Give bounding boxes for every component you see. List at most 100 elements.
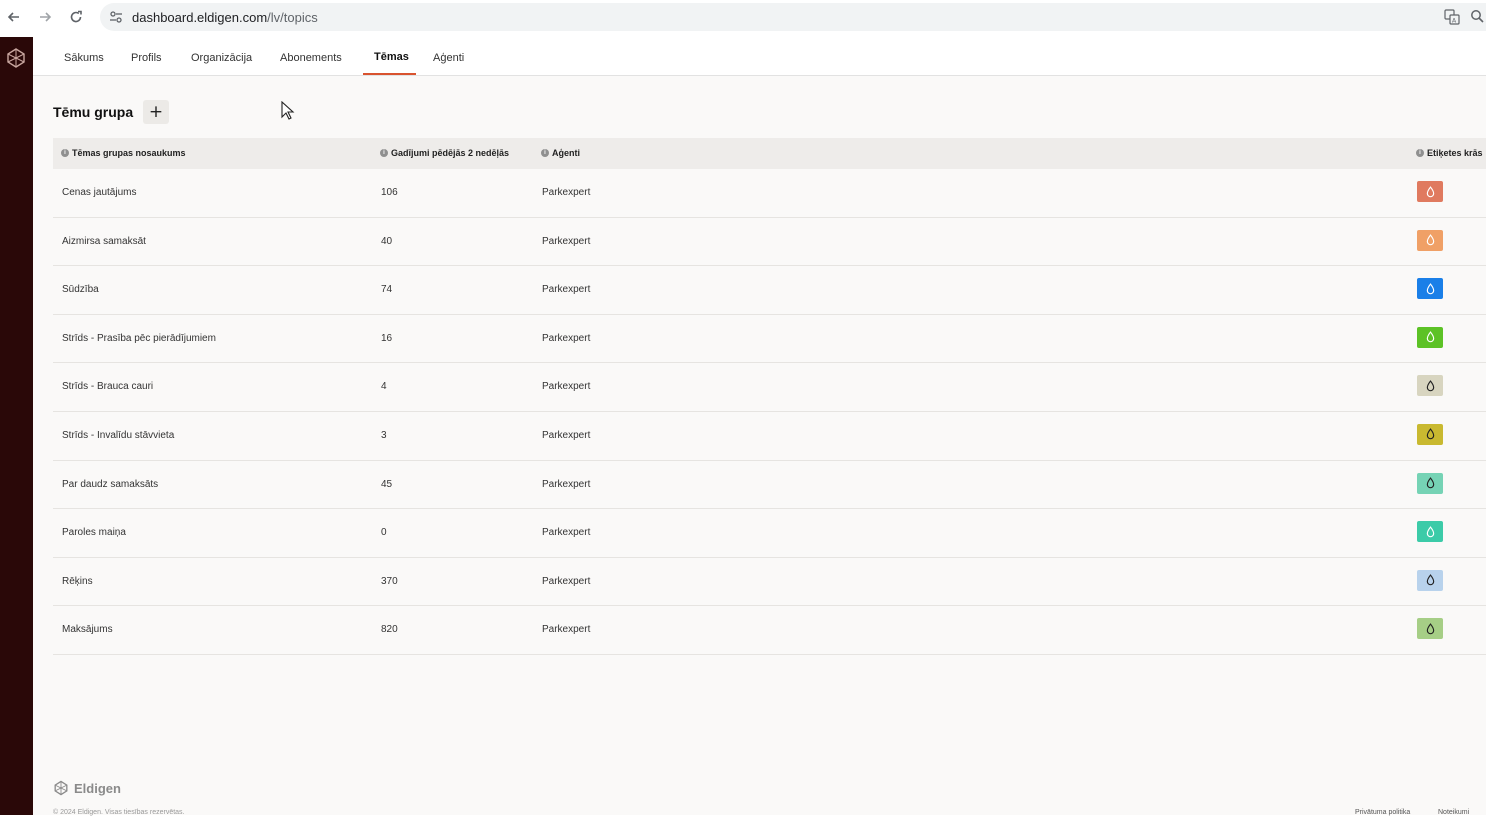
main-content: Sākums Profils Organizācija Abonements T… — [33, 37, 1486, 816]
column-header-label-color-label: Etiķetes krās — [1427, 148, 1483, 158]
cases-count: 0 — [381, 527, 387, 539]
table-row[interactable]: Strīds - Brauca cauri 4 Parkexpert — [53, 363, 1486, 412]
table-row[interactable]: Strīds - Prasība pēc pierādījumiem 16 Park… — [53, 315, 1486, 364]
tab-organizacija[interactable]: Organizācija — [191, 52, 252, 64]
tab-temas[interactable]: Tēmas — [374, 51, 409, 63]
topic-group-name: Cenas jautājums — [62, 187, 137, 198]
topic-group-name: Par daudz samaksāts — [62, 478, 159, 490]
eldigen-logo-icon — [54, 780, 68, 796]
topic-group-name: Strīds - Prasība pēc pierādījumiem — [62, 332, 216, 344]
cases-count: 40 — [381, 235, 393, 247]
forward-arrow-icon[interactable] — [35, 7, 55, 27]
zoom-icon[interactable] — [1470, 9, 1484, 23]
label-color-button[interactable] — [1417, 423, 1443, 445]
agent-name: Parkexpert — [542, 332, 591, 344]
url-text: dashboard.eldigen.com/lv/topics — [132, 10, 318, 25]
tab-sakums[interactable]: Sākums — [64, 52, 104, 64]
cases-count: 3 — [381, 429, 387, 441]
eldigen-logo-icon[interactable] — [5, 47, 27, 69]
url-host: dashboard.eldigen.com — [132, 9, 268, 25]
label-color-button[interactable] — [1417, 472, 1443, 494]
agent-name: Parkexpert — [542, 429, 591, 441]
column-header-name-label: Tēmas grupas nosaukums — [72, 148, 186, 158]
browser-toolbar: dashboard.eldigen.com/lv/topics A — [0, 0, 1486, 34]
drop-icon — [1426, 574, 1434, 586]
column-header-agents-label: Aģenti — [552, 148, 580, 158]
info-icon: i — [380, 149, 388, 157]
agent-name: Parkexpert — [542, 284, 591, 296]
agent-name: Parkexpert — [542, 575, 591, 587]
label-color-button[interactable] — [1417, 375, 1443, 397]
top-nav-tabs: Sākums Profils Organizācija Abonements T… — [33, 37, 1486, 76]
table-row[interactable]: Cenas jautājums 106 Parkexpert — [53, 169, 1486, 218]
table-header: i Tēmas grupas nosaukums i Gadījumi pēdē… — [53, 138, 1486, 169]
topic-groups-table: i Tēmas grupas nosaukums i Gadījumi pēdē… — [53, 138, 1486, 655]
topic-group-name: Paroles maiņa — [62, 527, 126, 539]
drop-icon — [1426, 379, 1434, 392]
column-header-cases-label: Gadījumi pēdējās 2 nedēļās — [391, 148, 510, 158]
cases-count: 16 — [381, 332, 393, 344]
cases-count: 4 — [381, 381, 387, 393]
back-arrow-icon[interactable] — [4, 7, 24, 27]
active-tab-indicator — [363, 73, 416, 75]
drop-icon — [1426, 525, 1434, 537]
topic-group-name: Strīds - Brauca cauri — [62, 381, 154, 393]
mouse-cursor-icon — [281, 100, 295, 121]
drop-icon — [1426, 185, 1434, 197]
info-icon: i — [1416, 149, 1424, 157]
agent-name: Parkexpert — [542, 381, 591, 393]
table-row[interactable]: Par daudz samaksāts 45 Parkexpert — [53, 461, 1486, 510]
label-color-button[interactable] — [1417, 618, 1443, 640]
table-row[interactable]: Paroles maiņa 0 Parkexpert — [53, 509, 1486, 558]
site-settings-icon[interactable] — [108, 9, 124, 25]
topic-group-name: Strīds - Invalīdu stāvvieta — [62, 429, 175, 441]
agent-name: Parkexpert — [542, 478, 591, 490]
drop-icon — [1426, 428, 1434, 440]
drop-icon — [1426, 477, 1434, 489]
tab-agenti[interactable]: Aģenti — [433, 52, 464, 64]
drop-icon — [1426, 331, 1434, 343]
cases-count: 45 — [381, 478, 393, 490]
drop-icon — [1426, 622, 1434, 635]
label-color-button[interactable] — [1417, 569, 1443, 591]
label-color-button[interactable] — [1417, 229, 1443, 251]
label-color-button[interactable] — [1417, 278, 1443, 300]
info-icon: i — [61, 149, 69, 157]
reload-icon[interactable] — [66, 7, 86, 27]
table-row[interactable]: Rēķins 370 Parkexpert — [53, 558, 1486, 607]
tab-abonements[interactable]: Abonements — [280, 52, 342, 64]
app-sidebar — [0, 37, 33, 815]
cases-count: 106 — [381, 187, 398, 198]
drop-icon — [1426, 234, 1434, 246]
table-row[interactable]: Aizmirsa samaksāt 40 Parkexpert — [53, 218, 1486, 267]
add-topic-group-button[interactable]: + — [143, 100, 169, 124]
url-path: /lv/topics — [267, 9, 318, 25]
info-icon: i — [541, 149, 549, 157]
agent-name: Parkexpert — [542, 187, 591, 198]
cases-count: 820 — [381, 624, 398, 636]
label-color-button[interactable] — [1417, 521, 1443, 543]
cases-count: 370 — [381, 575, 398, 587]
tab-profils[interactable]: Profils — [131, 52, 162, 64]
topic-group-name: Rēķins — [62, 575, 93, 587]
label-color-button[interactable] — [1417, 181, 1443, 202]
table-row[interactable]: Strīds - Invalīdu stāvvieta 3 Parkexpert — [53, 412, 1486, 461]
table-body: Cenas jautājums 106 Parkexpert Aizmirsa sam… — [53, 169, 1486, 655]
table-row[interactable]: Maksājums 820 Parkexpert — [53, 606, 1486, 655]
drop-icon — [1426, 282, 1434, 294]
footer-brand: Eldigen — [74, 780, 121, 796]
topic-group-name: Aizmirsa samaksāt — [62, 235, 146, 247]
column-header-label-color[interactable]: i Etiķetes krās — [1416, 148, 1483, 158]
column-header-name[interactable]: i Tēmas grupas nosaukums — [61, 148, 186, 158]
topic-group-name: Sūdzība — [62, 284, 99, 296]
translate-icon[interactable]: A — [1444, 9, 1460, 25]
address-bar[interactable]: dashboard.eldigen.com/lv/topics A — [100, 3, 1486, 31]
table-row[interactable]: Sūdzība 74 Parkexpert — [53, 266, 1486, 315]
footer-logo: Eldigen — [53, 780, 121, 796]
label-color-button[interactable] — [1417, 326, 1443, 348]
column-header-agents[interactable]: i Aģenti — [541, 148, 580, 158]
topic-group-name: Maksājums — [62, 624, 113, 636]
cases-count: 74 — [381, 284, 393, 296]
column-header-cases[interactable]: i Gadījumi pēdējās 2 nedēļās — [380, 148, 509, 158]
agent-name: Parkexpert — [542, 624, 591, 636]
